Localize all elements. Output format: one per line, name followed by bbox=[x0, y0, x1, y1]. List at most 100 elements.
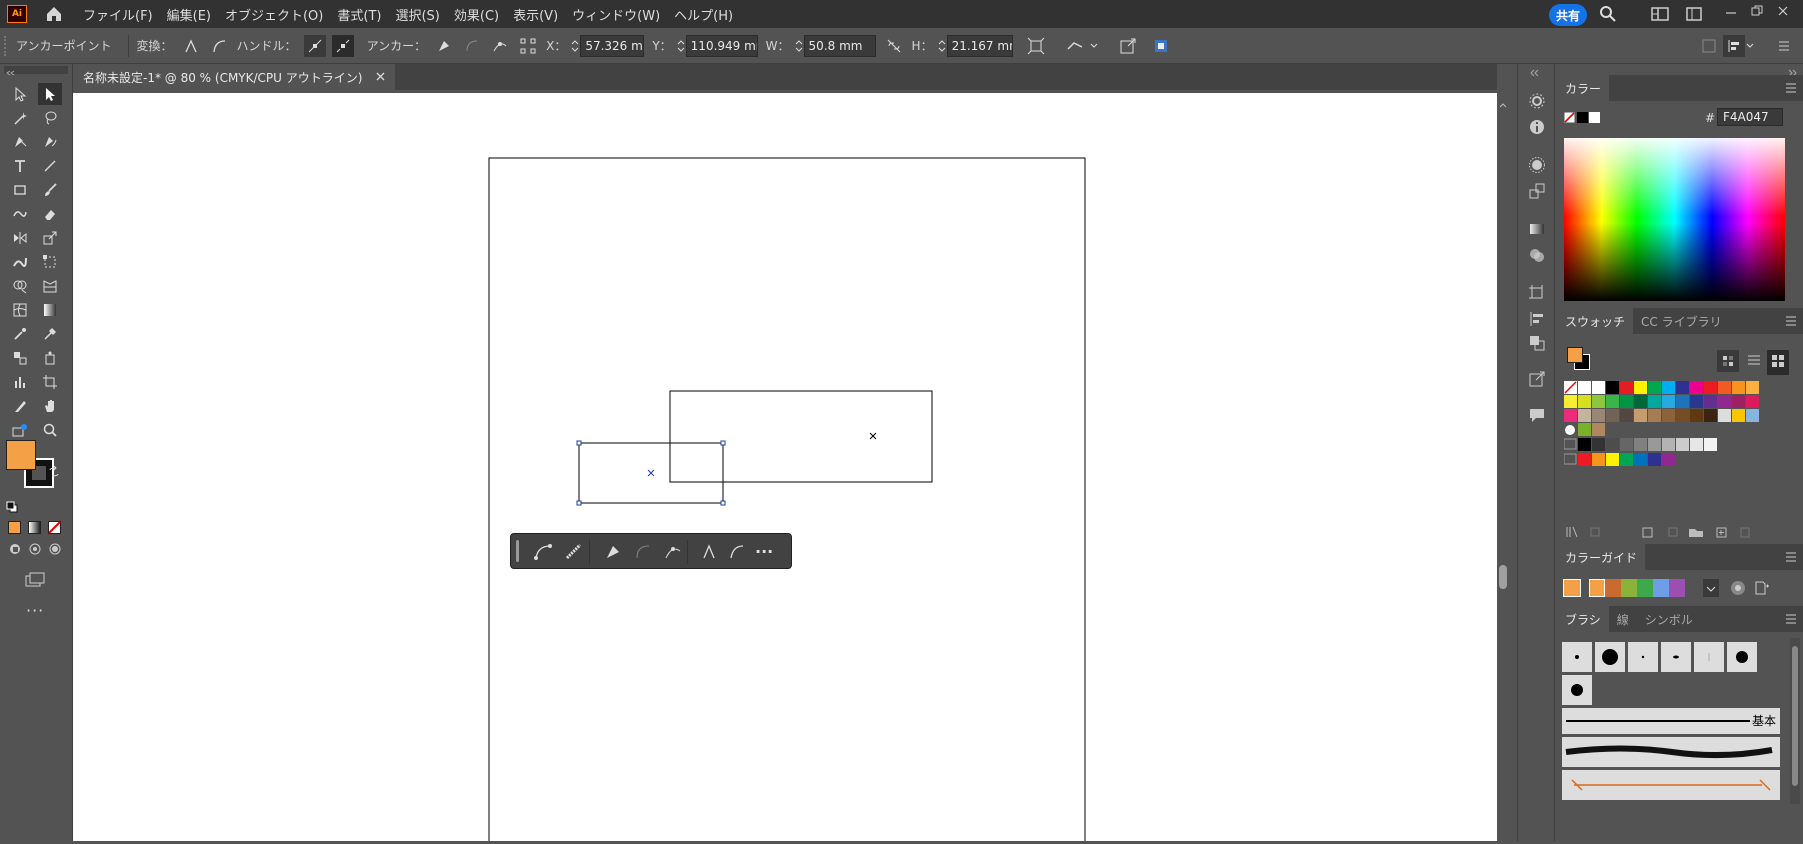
convert-smooth-icon[interactable] bbox=[208, 35, 230, 57]
chevron-down-icon[interactable] bbox=[1089, 35, 1099, 57]
white-color-icon[interactable] bbox=[1589, 112, 1600, 123]
smooth-path-icon[interactable] bbox=[533, 542, 553, 565]
export-icon[interactable] bbox=[1117, 35, 1139, 57]
panel-menu-icon[interactable] bbox=[1785, 83, 1797, 93]
mesh-tool-icon[interactable] bbox=[8, 299, 32, 321]
canvas-area[interactable]: ··· bbox=[73, 93, 1498, 844]
stroke-tab[interactable]: 線 bbox=[1609, 606, 1637, 632]
brush-scrollbar[interactable] bbox=[1790, 638, 1800, 804]
brush-tab[interactable]: ブラシ bbox=[1557, 606, 1609, 632]
menu-view[interactable]: 表示(V) bbox=[513, 5, 558, 24]
control-menu-icon[interactable] bbox=[1773, 35, 1795, 57]
menu-select[interactable]: 選択(S) bbox=[395, 5, 439, 24]
column-graph-tool-icon[interactable] bbox=[8, 371, 32, 393]
swatch-grid[interactable] bbox=[1564, 381, 1784, 477]
w-stepper-icon[interactable] bbox=[794, 35, 804, 57]
shaper-tool-icon[interactable] bbox=[8, 203, 32, 225]
properties-icon[interactable] bbox=[1528, 92, 1546, 113]
harmony-dropdown-icon[interactable] bbox=[1703, 579, 1719, 597]
shape-builder-tool-icon[interactable] bbox=[8, 275, 32, 297]
paintbrush-tool-icon[interactable] bbox=[38, 179, 62, 201]
close-window-icon[interactable] bbox=[1776, 4, 1790, 21]
remove-anchor-icon[interactable] bbox=[433, 35, 455, 57]
none-color-icon[interactable] bbox=[1564, 112, 1575, 126]
scroll-up-icon[interactable] bbox=[1499, 97, 1507, 111]
info-icon[interactable] bbox=[1528, 118, 1546, 139]
simplify-path-icon[interactable] bbox=[564, 542, 584, 565]
rectangle-tool-icon[interactable] bbox=[8, 179, 32, 201]
arrange-docs-icon[interactable] bbox=[1686, 7, 1702, 24]
swap-colors-icon[interactable] bbox=[48, 465, 60, 481]
selection-tool-icon[interactable] bbox=[8, 83, 32, 105]
panel-menu-icon[interactable] bbox=[1785, 552, 1797, 562]
gradient-mode-icon[interactable] bbox=[28, 521, 41, 534]
w-input[interactable]: 50.8 mm bbox=[803, 34, 876, 57]
panel-menu-icon[interactable] bbox=[1785, 316, 1797, 326]
appearance-icon[interactable] bbox=[1528, 156, 1546, 177]
color-guide-tab[interactable]: カラーガイド bbox=[1557, 544, 1646, 570]
draw-inside-icon[interactable] bbox=[48, 542, 62, 559]
direct-selection-tool-icon[interactable] bbox=[38, 83, 62, 105]
save-color-group-icon[interactable] bbox=[1753, 579, 1771, 600]
artboards-panel-icon[interactable] bbox=[1528, 284, 1546, 305]
align-panel-icon[interactable] bbox=[1528, 310, 1546, 331]
none-mode-icon[interactable] bbox=[48, 521, 61, 537]
convert-corner-icon[interactable] bbox=[180, 35, 202, 57]
fill-swatch[interactable] bbox=[6, 440, 36, 470]
grid-view-icon[interactable] bbox=[1767, 350, 1789, 375]
anchor-point-top-left[interactable] bbox=[576, 440, 582, 446]
default-colors-icon[interactable] bbox=[6, 501, 18, 516]
anchor-point-bottom-left[interactable] bbox=[576, 500, 582, 506]
document-tab[interactable]: 名称未設定-1* @ 80 % (CMYK/CPU アウトライン) bbox=[73, 64, 396, 90]
transparency-icon[interactable] bbox=[1528, 246, 1546, 267]
more-options-icon[interactable]: ··· bbox=[755, 542, 773, 561]
brush-scroll-thumb[interactable] bbox=[1792, 646, 1798, 786]
x-input[interactable]: 57.326 mm bbox=[580, 34, 645, 57]
align-dropdown-icon[interactable] bbox=[1745, 35, 1755, 57]
black-color-icon[interactable] bbox=[1577, 112, 1588, 123]
zoom-tool-icon[interactable] bbox=[38, 419, 62, 441]
taskbar-convert-smooth-icon[interactable] bbox=[727, 542, 747, 565]
share-button[interactable]: 共有 bbox=[1549, 4, 1587, 26]
color-mode-icon[interactable] bbox=[8, 521, 21, 534]
gradient-panel-icon[interactable] bbox=[1528, 220, 1546, 241]
type-tool-icon[interactable] bbox=[8, 155, 32, 177]
edit-colors-icon[interactable] bbox=[1729, 579, 1747, 600]
h-input[interactable]: 21.167 mm bbox=[946, 34, 1013, 57]
menu-type[interactable]: 書式(T) bbox=[337, 5, 381, 24]
swatches-tab[interactable]: スウォッチ bbox=[1557, 308, 1634, 334]
collapse-icon[interactable] bbox=[1530, 66, 1544, 80]
draw-normal-icon[interactable] bbox=[8, 542, 22, 559]
draw-behind-icon[interactable] bbox=[28, 542, 42, 559]
y-stepper-icon[interactable] bbox=[676, 35, 686, 57]
show-handles-icon[interactable] bbox=[303, 34, 326, 57]
x-stepper-icon[interactable] bbox=[570, 35, 580, 57]
multiple-anchors-icon[interactable] bbox=[517, 35, 539, 57]
slice-tool-icon[interactable] bbox=[8, 395, 32, 417]
screen-mode-icon[interactable] bbox=[24, 571, 46, 592]
blend-tool-icon[interactable] bbox=[8, 347, 32, 369]
swatch-fill-stroke[interactable] bbox=[1567, 347, 1591, 371]
symbol-tab[interactable]: シンボル bbox=[1637, 606, 1701, 632]
close-icon[interactable] bbox=[376, 70, 385, 84]
taskbar-convert-corner-icon[interactable] bbox=[699, 542, 719, 565]
symbol-sprayer-tool-icon[interactable] bbox=[38, 347, 62, 369]
base-color-swatch[interactable] bbox=[1563, 579, 1581, 597]
align-icon[interactable] bbox=[1723, 34, 1745, 57]
eraser-tool-icon[interactable] bbox=[38, 203, 62, 225]
pathfinder-icon[interactable] bbox=[1528, 334, 1546, 355]
h-stepper-icon[interactable] bbox=[937, 35, 947, 57]
curvature-tool-icon[interactable] bbox=[38, 131, 62, 153]
workspace-icon[interactable] bbox=[1651, 7, 1669, 24]
restore-icon[interactable] bbox=[1750, 4, 1764, 21]
free-transform-tool-icon[interactable] bbox=[38, 251, 62, 273]
menu-effect[interactable]: 効果(C) bbox=[454, 5, 499, 24]
vertical-scrollbar[interactable] bbox=[1497, 93, 1509, 841]
puppet-warp-tool-icon[interactable] bbox=[8, 419, 32, 441]
anchor-point-top-right[interactable] bbox=[720, 440, 726, 446]
panel-menu-icon[interactable] bbox=[1785, 614, 1797, 624]
pen-tool-icon[interactable] bbox=[8, 131, 32, 153]
cc-libraries-tab[interactable]: CC ライブラリ bbox=[1633, 308, 1730, 334]
more-tools-icon[interactable]: ··· bbox=[26, 601, 44, 620]
scale-tool-icon[interactable] bbox=[38, 227, 62, 249]
